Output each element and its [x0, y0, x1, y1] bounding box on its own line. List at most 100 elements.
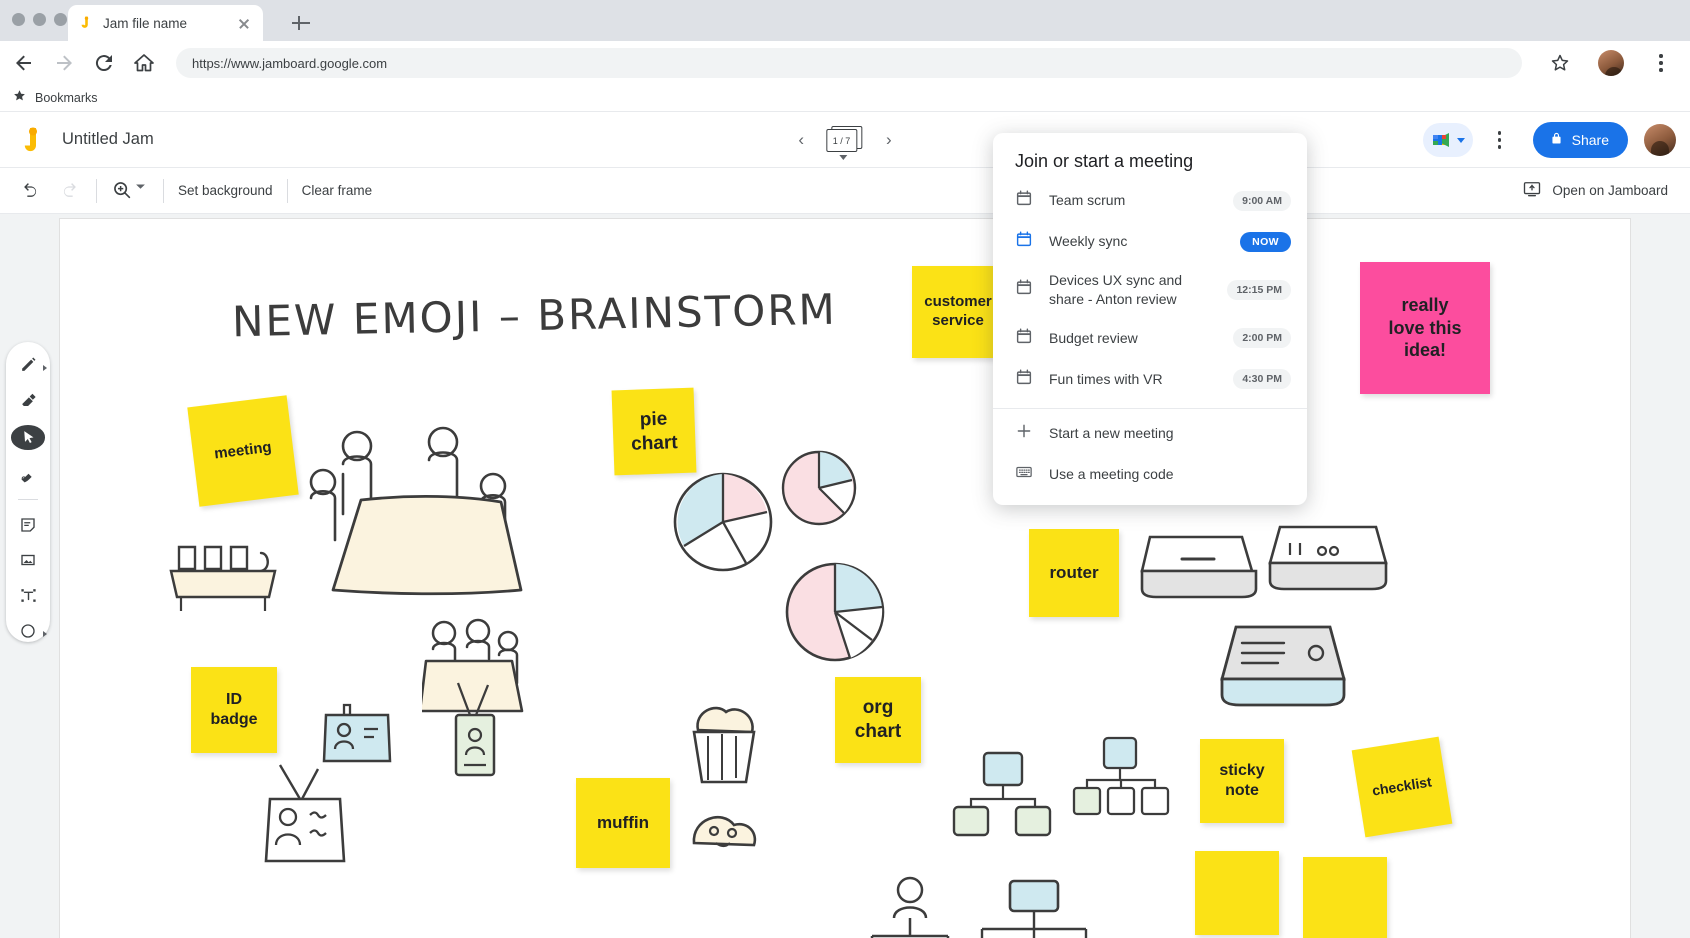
address-bar[interactable]: https://www.jamboard.google.com	[176, 48, 1522, 78]
sticky-note[interactable]	[1195, 851, 1279, 935]
jamboard-logo	[18, 124, 48, 156]
keyboard-icon	[1015, 463, 1033, 486]
jam-canvas[interactable]: NEW EMOJI – BRAINSTORM meeting pie chart…	[59, 218, 1631, 938]
muffin-drawing	[692, 706, 756, 784]
next-frame-button[interactable]: ›	[886, 130, 892, 150]
meet-meeting-label: Devices UX sync and share - Anton review	[1049, 272, 1183, 307]
sticky-note-tool[interactable]	[13, 514, 43, 536]
more-options-icon[interactable]	[1483, 123, 1517, 157]
maximize-window-button[interactable]	[54, 13, 67, 26]
redo-icon	[58, 179, 82, 203]
frame-counter[interactable]: 1 / 7	[826, 126, 864, 160]
id-badge-drawing-2	[454, 682, 496, 777]
meet-action-label: Use a meeting code	[1049, 465, 1174, 482]
close-window-button[interactable]	[12, 13, 25, 26]
sticky-note[interactable]	[1303, 857, 1387, 938]
clear-frame-button[interactable]: Clear frame	[302, 183, 373, 198]
plus-icon	[1015, 422, 1033, 445]
meet-time-badge: 2:00 PM	[1233, 328, 1291, 349]
browser-navigation-bar: https://www.jamboard.google.com	[0, 41, 1690, 85]
meet-meeting-item[interactable]: Team scrum 9:00 AM	[993, 180, 1307, 221]
start-new-meeting-item[interactable]: Start a new meeting	[993, 413, 1307, 454]
meet-menu-title: Join or start a meeting	[1015, 151, 1194, 171]
share-button[interactable]: Share	[1532, 122, 1628, 158]
meet-meeting-item[interactable]: Weekly sync NOW	[993, 221, 1307, 262]
browser-tab[interactable]: Jam file name	[68, 5, 263, 41]
sticky-note[interactable]: router	[1029, 529, 1119, 617]
meet-dropdown-menu[interactable]: Join or start a meeting Team scrum 9:00 A…	[993, 133, 1307, 505]
meet-meeting-item[interactable]: Fun times with VR 4:30 PM	[993, 359, 1307, 400]
meet-icon	[1433, 133, 1450, 147]
use-meeting-code-item[interactable]: Use a meeting code	[993, 454, 1307, 495]
reload-icon[interactable]	[92, 51, 116, 75]
chevron-down-icon[interactable]	[839, 155, 847, 160]
eraser-tool[interactable]	[13, 390, 43, 412]
pen-tool[interactable]	[13, 354, 47, 376]
window-traffic-lights[interactable]	[12, 13, 67, 26]
meet-meeting-label: Team scrum	[1049, 192, 1126, 209]
sticky-note[interactable]: pie chart	[611, 387, 697, 476]
zoom-in-icon[interactable]	[111, 179, 135, 203]
calendar-icon	[1015, 368, 1033, 391]
calendar-icon	[1015, 327, 1033, 350]
home-icon[interactable]	[132, 51, 156, 75]
sticky-note-text: org chart	[854, 697, 902, 742]
chevron-down-icon[interactable]	[1457, 137, 1466, 143]
browser-profile-avatar[interactable]	[1598, 50, 1624, 76]
meet-time-badge: 4:30 PM	[1233, 369, 1291, 390]
shape-tool[interactable]	[13, 620, 47, 642]
sticky-note[interactable]: really love this idea!	[1360, 262, 1490, 394]
new-tab-button[interactable]	[290, 12, 312, 34]
close-icon[interactable]	[235, 14, 253, 32]
shape-options-caret-icon[interactable]	[43, 631, 47, 638]
jamboard-toolbar: Set background Clear frame Open on Jambo…	[0, 168, 1690, 214]
bookmark-star-icon[interactable]	[1548, 51, 1572, 75]
image-tool[interactable]	[13, 549, 43, 571]
minimize-window-button[interactable]	[33, 13, 46, 26]
drawing-tool-rail	[6, 342, 50, 642]
meet-button[interactable]	[1422, 123, 1473, 157]
pen-options-caret-icon[interactable]	[43, 365, 47, 371]
textbox-tool[interactable]	[13, 585, 43, 607]
sticky-note[interactable]: meeting	[187, 395, 299, 507]
calendar-icon-blue	[1015, 230, 1033, 253]
meet-actions-list: Start a new meeting Use a meeting code	[993, 413, 1307, 495]
browser-menu-icon[interactable]	[1644, 46, 1678, 80]
open-on-jamboard-button[interactable]: Open on Jamboard	[1552, 183, 1668, 198]
sticky-note[interactable]: org chart	[835, 677, 921, 763]
meet-meeting-item[interactable]: Budget review 2:00 PM	[993, 318, 1307, 359]
sticky-note[interactable]: customer service	[912, 266, 1004, 358]
sticky-note[interactable]: sticky note	[1200, 739, 1284, 823]
sticky-note[interactable]: ID badge	[191, 667, 277, 753]
pie-chart-drawing-3	[785, 562, 885, 662]
sticky-note[interactable]: muffin	[576, 778, 670, 868]
meet-meeting-item[interactable]: Devices UX sync and share - Anton review…	[993, 262, 1307, 318]
back-arrow-icon[interactable]	[12, 51, 36, 75]
undo-icon[interactable]	[20, 179, 44, 203]
bookmarks-bar: Bookmarks	[0, 85, 1690, 112]
sticky-note-text: really love this idea!	[1388, 295, 1462, 361]
forward-arrow-icon	[52, 51, 76, 75]
zoom-dropdown-caret-icon[interactable]	[135, 179, 149, 203]
toolbar-divider-3	[286, 178, 288, 203]
router-drawing-2	[1268, 525, 1388, 591]
browser-tab-title: Jam file name	[103, 15, 188, 31]
set-background-button[interactable]: Set background	[178, 183, 273, 198]
sticky-note-text: muffin	[597, 813, 649, 833]
select-tool[interactable]	[11, 425, 45, 450]
org-chart-drawing-2	[1072, 736, 1170, 816]
user-avatar[interactable]	[1644, 124, 1676, 156]
ice-cream-drawing	[692, 815, 757, 848]
lock-icon	[1549, 131, 1564, 149]
sticky-note[interactable]: checklist	[1351, 736, 1453, 838]
share-button-label: Share	[1571, 132, 1609, 148]
bookmarks-label[interactable]: Bookmarks	[35, 91, 98, 105]
jam-file-title[interactable]: Untitled Jam	[62, 130, 154, 149]
previous-frame-button[interactable]: ‹	[798, 130, 804, 150]
toolbar-divider	[96, 178, 97, 203]
address-bar-url: https://www.jamboard.google.com	[192, 55, 388, 71]
open-on-device-icon[interactable]	[1522, 179, 1542, 203]
meet-action-label: Start a new meeting	[1049, 424, 1174, 441]
laser-tool[interactable]	[13, 464, 43, 486]
calendar-icon	[1015, 189, 1033, 212]
